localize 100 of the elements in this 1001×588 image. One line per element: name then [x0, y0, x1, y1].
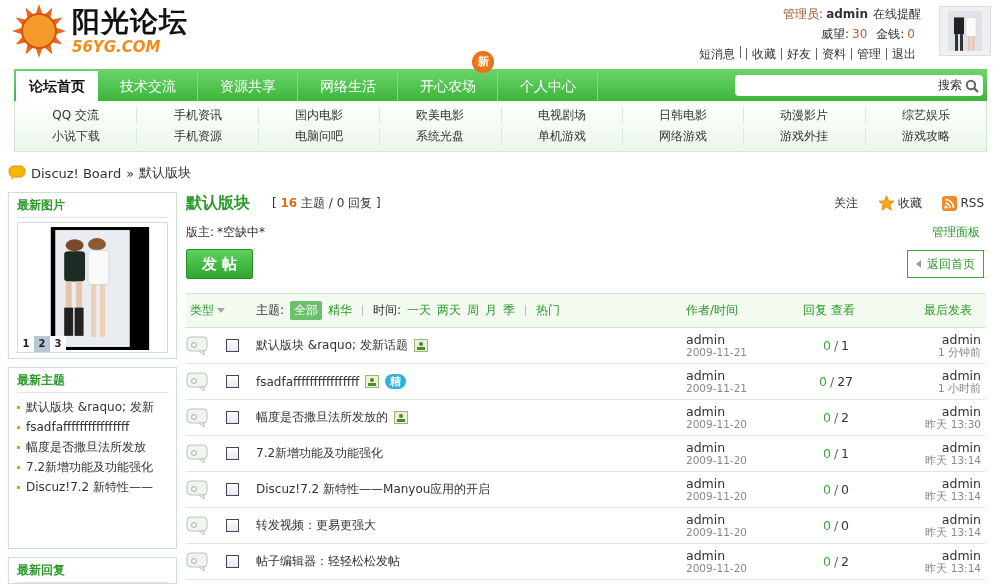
time-filter[interactable]: 两天 [437, 302, 462, 319]
time-filter[interactable]: 月 [485, 302, 498, 319]
time-filter[interactable]: 周 [467, 302, 480, 319]
author-name[interactable]: admin [686, 404, 796, 419]
last-poster-name[interactable]: admin [941, 476, 981, 491]
reply-count: 0 [818, 374, 827, 389]
follow-link[interactable]: 关注 [834, 194, 859, 212]
post-date: 2009-11-21 [686, 382, 749, 395]
category-link[interactable]: 国内电影 [257, 107, 380, 124]
slide-page-button[interactable]: 2 [34, 336, 50, 352]
count-separator: / [833, 446, 839, 461]
search-button[interactable]: 搜索 [938, 77, 983, 94]
new-badge: 新 [472, 51, 494, 73]
checkbox[interactable] [226, 339, 239, 352]
category-link[interactable]: 游戏外挂 [743, 128, 865, 145]
speech-bubble-icon [186, 335, 208, 356]
category-link[interactable]: 游戏攻略 [864, 128, 986, 145]
last-poster-name[interactable]: admin [941, 512, 981, 527]
user-menu-link[interactable]: 管理 [851, 48, 886, 60]
user-menu-link[interactable]: 短消息 [694, 48, 740, 60]
reply-count: 0 [822, 338, 831, 353]
last-post-time: 1 分钟前 [937, 346, 981, 359]
stat-label: 金钱: [876, 26, 905, 43]
checkbox[interactable] [226, 483, 239, 496]
type-filter-dropdown[interactable]: 类型 [186, 302, 256, 319]
last-poster-name[interactable]: admin [941, 368, 981, 383]
checkbox[interactable] [226, 555, 239, 568]
author-name[interactable]: admin [686, 332, 796, 347]
hot-filter[interactable]: 热门 [536, 302, 561, 319]
user-menu-link[interactable]: 资料 [816, 48, 851, 60]
last-poster-name[interactable]: admin [941, 404, 981, 419]
last-post-time: 昨天 13:14 [925, 526, 981, 539]
manage-panel-link[interactable]: 管理面板 [932, 224, 980, 241]
author-name[interactable]: admin [686, 440, 796, 455]
rss-link[interactable]: RSS [960, 196, 984, 210]
author-name[interactable]: admin [686, 548, 796, 563]
count-separator: / [829, 374, 835, 389]
category-link[interactable]: 单机游戏 [500, 128, 622, 145]
post-date: 2009-11-20 [686, 526, 749, 539]
thread-title-link[interactable]: 帖子编辑器：轻轻松松发帖 [256, 553, 400, 570]
category-link[interactable]: 手机资讯 [136, 107, 258, 124]
category-link[interactable]: 手机资源 [136, 128, 258, 145]
thread-title-link[interactable]: 默认版块 &raquo; 发新话题 [256, 337, 408, 354]
category-link[interactable]: 系统光盘 [379, 128, 501, 145]
category-link[interactable]: QQ 交流 [15, 107, 137, 124]
user-menu-link[interactable]: 退出 [886, 48, 921, 60]
panel-title: 最新主题 [17, 368, 168, 393]
nav-tab[interactable]: 论坛首页 [16, 71, 98, 101]
site-logo-title[interactable]: 阳光论坛 [72, 7, 188, 36]
thread-title-link[interactable]: Discuz!7.2 新特性——Manyou应用的开启 [256, 481, 491, 498]
checkbox[interactable] [226, 519, 239, 532]
category-link[interactable]: 日韩电影 [621, 107, 744, 124]
image-icon [394, 411, 408, 424]
slide-page-button[interactable]: 3 [50, 336, 66, 352]
thread-title-link[interactable]: 幅度是否撒旦法所发放的 [256, 409, 388, 426]
category-link[interactable]: 综艺娱乐 [864, 107, 986, 124]
recent-topic-link[interactable]: fsadfaffffffffffffffff [17, 417, 168, 437]
checkbox[interactable] [226, 411, 239, 424]
username-link[interactable]: admin [826, 7, 868, 21]
thread-title-link[interactable]: fsadfaffffffffffffffff [256, 374, 360, 389]
time-filter[interactable]: 季 [503, 302, 516, 319]
last-poster-name[interactable]: admin [941, 440, 981, 455]
thread-title-link[interactable]: 7.2新增功能及功能强化 [256, 445, 384, 462]
topic-filter[interactable]: 精华 [328, 302, 353, 319]
user-menu-link[interactable]: 收藏 [746, 48, 781, 60]
recent-topic-link[interactable]: 幅度是否撒旦法所发放 [17, 437, 168, 457]
checkbox[interactable] [226, 375, 239, 388]
star-icon [878, 195, 896, 211]
category-link[interactable]: 动漫影片 [743, 107, 865, 124]
last-poster-name[interactable]: admin [941, 332, 981, 347]
recent-topic-link[interactable]: 7.2新增功能及功能强化 [17, 457, 168, 477]
search-icon [965, 78, 979, 93]
category-link[interactable]: 小说下载 [15, 128, 137, 145]
speech-bubble-icon [186, 443, 208, 464]
category-link[interactable]: 电脑问吧 [257, 128, 380, 145]
user-menu-link[interactable]: 好友 [781, 48, 816, 60]
search-field[interactable]: 搜索 [735, 75, 983, 96]
post-date: 2009-11-20 [686, 490, 749, 503]
thread-title-link[interactable]: 转发视频：更易更强大 [256, 517, 376, 534]
author-name[interactable]: admin [686, 368, 796, 383]
category-link[interactable]: 电视剧场 [500, 107, 622, 124]
time-filter[interactable]: 一天 [407, 302, 432, 319]
author-name[interactable]: admin [686, 512, 796, 527]
rss-icon [942, 195, 958, 211]
category-link[interactable]: 欧美电影 [379, 107, 501, 124]
favorite-link[interactable]: 收藏 [898, 194, 923, 212]
count-separator: / [833, 338, 839, 353]
back-home-button[interactable]: 返回首页 [907, 250, 984, 278]
checkbox[interactable] [226, 447, 239, 460]
speech-bubble-icon [186, 515, 208, 536]
recent-topic-link[interactable]: 默认版块 &raquo; 发新 [17, 397, 168, 417]
last-poster-name[interactable]: admin [941, 548, 981, 563]
author-name[interactable]: admin [686, 476, 796, 491]
online-notice-link[interactable]: 在线提醒 [873, 6, 921, 23]
breadcrumb-link[interactable]: Discuz! Board [31, 165, 122, 181]
view-count: 2 [841, 410, 850, 425]
category-link[interactable]: 网络游戏 [621, 128, 744, 145]
panel-title: 最新回复 [17, 558, 168, 583]
recent-topic-link[interactable]: Discuz!7.2 新特性—— [17, 477, 168, 497]
reply-count: 0 [822, 554, 831, 569]
